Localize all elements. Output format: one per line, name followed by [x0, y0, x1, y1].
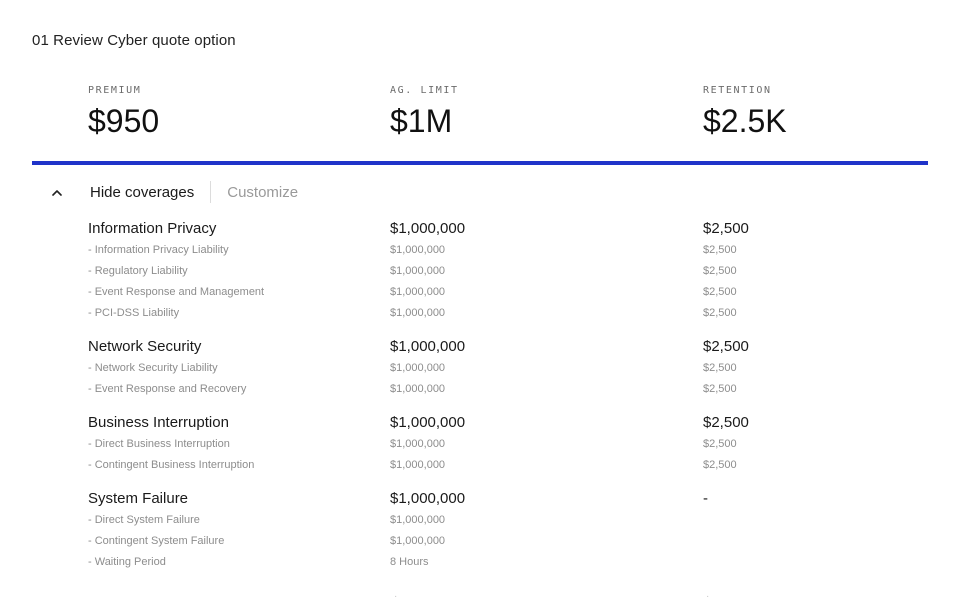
partial-retention: ·: [706, 591, 710, 602]
coverage-group: Network Security $1,000,000 $2,500- Networ…: [0, 336, 960, 400]
sub-coverage-row: - Information Privacy Liability $1,000,00…: [0, 240, 960, 261]
chevron-up-icon[interactable]: [48, 183, 66, 201]
sub-coverage-name: - Contingent System Failure: [88, 535, 225, 547]
sub-coverage-row: - PCI-DSS Liability $1,000,000 $2,500: [0, 303, 960, 324]
sub-coverage-name: - Direct Business Interruption: [88, 438, 230, 450]
sub-coverage-row: - Network Security Liability $1,000,000 $2…: [0, 358, 960, 379]
premium-stat: PREMIUM $950: [88, 84, 159, 140]
sub-coverage-retention: $2,500: [703, 286, 737, 298]
coverage-limit: $1,000,000: [390, 220, 466, 237]
sub-coverage-name: - PCI-DSS Liability: [88, 307, 180, 319]
accent-divider: [32, 161, 928, 165]
coverage-retention: $2,500: [703, 338, 749, 355]
coverage-group: Business Interruption $1,000,000 $2,500- D…: [0, 412, 960, 476]
coverage-name: Business Interruption: [88, 414, 229, 431]
sub-coverage-name: - Regulatory Liability: [88, 265, 188, 277]
aggregate-limit-stat: AG. LIMIT $1M: [390, 84, 459, 140]
coverage-row: Network Security $1,000,000 $2,500: [0, 336, 960, 358]
sub-coverage-retention: $2,500: [703, 459, 737, 471]
partial-limit: ·: [394, 591, 398, 602]
coverage-limit: $1,000,000: [390, 338, 466, 355]
toggle-separator: [210, 181, 212, 203]
sub-coverage-row: - Event Response and Management $1,000,00…: [0, 282, 960, 303]
coverage-retention: -: [703, 490, 708, 507]
sub-coverage-name: - Network Security Liability: [88, 362, 218, 374]
sub-coverage-limit: $1,000,000: [390, 244, 446, 256]
coverage-retention: $2,500: [703, 414, 749, 431]
sub-coverage-row: - Direct Business Interruption $1,000,000…: [0, 434, 960, 455]
sub-coverage-name: - Contingent Business Interruption: [88, 459, 255, 471]
premium-value: $950: [88, 103, 160, 139]
sub-coverage-retention: $2,500: [703, 307, 737, 319]
coverage-name: Network Security: [88, 338, 202, 355]
sub-coverage-retention: $2,500: [703, 383, 737, 395]
sub-coverage-row: - Direct System Failure $1,000,000: [0, 510, 960, 531]
coverage-group: Information Privacy $1,000,000 $2,500- Inf…: [0, 218, 960, 324]
sub-coverage-limit: $1,000,000: [390, 535, 446, 547]
aggregate-limit-label: AG. LIMIT: [390, 85, 459, 96]
sub-coverage-name: - Direct System Failure: [88, 514, 200, 526]
coverage-list: Information Privacy $1,000,000 $2,500- Inf…: [0, 218, 960, 585]
sub-coverage-name: - Waiting Period: [88, 556, 166, 568]
sub-coverage-limit: $1,000,000: [390, 286, 446, 298]
sub-coverage-row: - Event Response and Recovery $1,000,000 $…: [0, 379, 960, 400]
sub-coverage-retention: $2,500: [703, 362, 737, 374]
sub-coverage-retention: $2,500: [703, 438, 737, 450]
page-title: 01 Review Cyber quote option: [32, 32, 236, 49]
sub-coverage-name: - Event Response and Management: [88, 286, 265, 298]
hide-coverages-button[interactable]: Hide coverages: [90, 184, 194, 201]
sub-coverage-limit: $1,000,000: [390, 514, 446, 526]
sub-coverage-retention: $2,500: [703, 265, 737, 277]
coverage-limit: $1,000,000: [390, 414, 466, 431]
sub-coverage-name: - Event Response and Recovery: [88, 383, 247, 395]
coverage-toggle-row: Hide coverages Customize: [48, 180, 298, 204]
coverage-limit: $1,000,000: [390, 490, 466, 507]
sub-coverage-limit: $1,000,000: [390, 265, 446, 277]
sub-coverage-name: - Information Privacy Liability: [88, 244, 229, 256]
aggregate-limit-value: $1M: [390, 103, 453, 139]
coverage-name: System Failure: [88, 490, 189, 507]
retention-value: $2.5K: [703, 103, 787, 139]
sub-coverage-limit: $1,000,000: [390, 438, 446, 450]
sub-coverage-limit: $1,000,000: [390, 362, 446, 374]
sub-coverage-limit: $1,000,000: [390, 459, 446, 471]
coverage-retention: $2,500: [703, 220, 749, 237]
retention-stat: RETENTION $2.5K: [703, 84, 787, 140]
coverage-name: Information Privacy: [88, 220, 217, 237]
sub-coverage-limit: $1,000,000: [390, 383, 446, 395]
sub-coverage-row: - Contingent Business Interruption $1,000…: [0, 455, 960, 476]
coverage-row: Business Interruption $1,000,000 $2,500: [0, 412, 960, 434]
coverage-group: System Failure $1,000,000 - - Direct System…: [0, 488, 960, 573]
sub-coverage-limit: $1,000,000: [390, 307, 446, 319]
sub-coverage-limit: 8 Hours: [390, 556, 429, 568]
customize-button[interactable]: Customize: [227, 184, 298, 201]
premium-label: PREMIUM: [88, 85, 142, 96]
coverage-row: System Failure $1,000,000 -: [0, 488, 960, 510]
sub-coverage-retention: $2,500: [703, 244, 737, 256]
sub-coverage-row: - Waiting Period 8 Hours: [0, 552, 960, 573]
coverage-row: Information Privacy $1,000,000 $2,500: [0, 218, 960, 240]
sub-coverage-row: - Contingent System Failure $1,000,000: [0, 531, 960, 552]
partial-row: · ·: [0, 591, 960, 602]
sub-coverage-row: - Regulatory Liability $1,000,000 $2,500: [0, 261, 960, 282]
retention-label: RETENTION: [703, 85, 772, 96]
